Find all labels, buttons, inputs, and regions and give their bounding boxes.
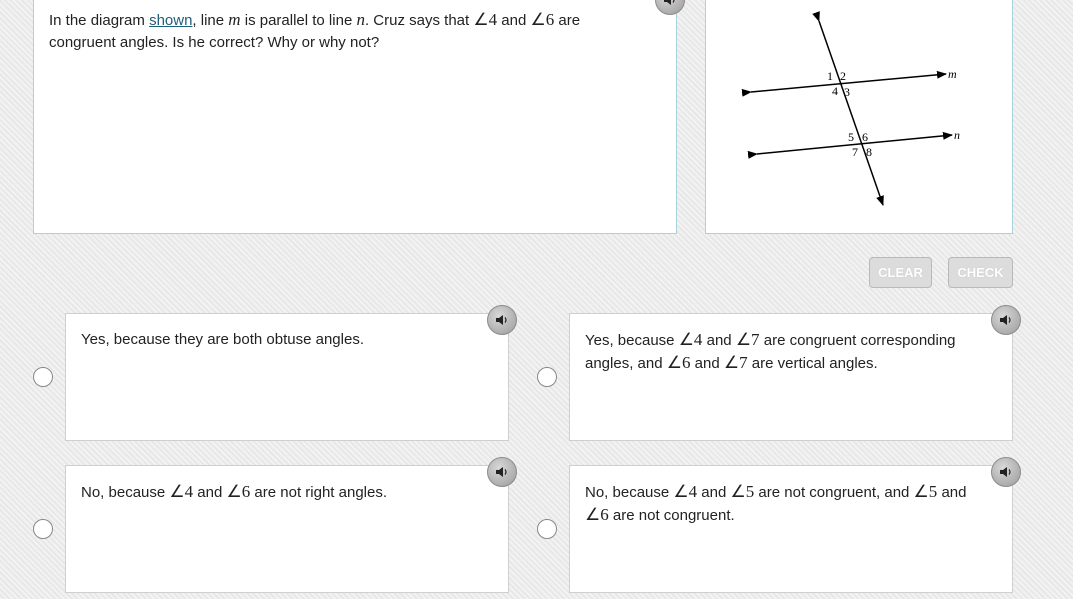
choice-b-radio[interactable] bbox=[537, 367, 557, 387]
choice-c[interactable]: No, because ∠4 and ∠6 are not right angl… bbox=[65, 465, 509, 593]
question-text-part: . Cruz says that bbox=[364, 12, 474, 29]
question-text-part: , line bbox=[192, 12, 229, 29]
choice-text-part: are vertical angles. bbox=[747, 355, 878, 372]
question-text-part: In the diagram bbox=[49, 12, 150, 29]
angle-6-label: 6 bbox=[862, 130, 868, 144]
angle-symbol: ∠6 bbox=[585, 505, 609, 524]
choice-text-part: Yes, because bbox=[585, 332, 679, 349]
check-button[interactable]: CHECK bbox=[948, 257, 1013, 288]
choice-c-audio-button[interactable] bbox=[487, 457, 517, 487]
speaker-icon bbox=[496, 467, 507, 477]
choice-d[interactable]: No, because ∠4 and ∠5 are not congruent,… bbox=[569, 465, 1013, 593]
question-panel: In the diagram shown, line m is parallel… bbox=[33, 0, 677, 234]
choice-c-radio[interactable] bbox=[33, 519, 53, 539]
choice-text-part: are not congruent. bbox=[608, 507, 735, 524]
choice-text-part: are not right angles. bbox=[250, 484, 388, 501]
angle-symbol: ∠5 bbox=[913, 482, 938, 501]
angle-2-label: 2 bbox=[840, 69, 846, 83]
angle-symbol: ∠5 bbox=[730, 482, 755, 501]
speaker-icon bbox=[496, 315, 507, 325]
choice-c-text: No, because ∠4 and ∠6 are not right angl… bbox=[81, 481, 486, 504]
angle-8-label: 8 bbox=[866, 145, 872, 159]
transversal bbox=[812, 11, 884, 206]
clear-button[interactable]: CLEAR bbox=[869, 257, 932, 288]
choice-d-radio[interactable] bbox=[537, 519, 557, 539]
angle-symbol: ∠7 bbox=[735, 330, 760, 349]
line-n-symbol: n bbox=[356, 10, 365, 29]
choice-text-part: No, because bbox=[585, 484, 674, 501]
question-text-part: is parallel to line bbox=[240, 12, 357, 29]
choice-text-part: Yes, because they are both obtuse angles… bbox=[81, 331, 364, 348]
shown-link[interactable]: shown bbox=[149, 12, 192, 29]
angle-1-label: 1 bbox=[827, 69, 833, 83]
choice-b-audio-button[interactable] bbox=[991, 305, 1021, 335]
choice-text-part: and bbox=[697, 484, 731, 501]
angle-symbol: ∠4 bbox=[678, 330, 703, 349]
line-m-label: m bbox=[948, 67, 957, 81]
angle-4-label: 4 bbox=[832, 84, 838, 98]
choice-a-audio-button[interactable] bbox=[487, 305, 517, 335]
choice-text-part: and bbox=[702, 332, 736, 349]
choice-d-audio-button[interactable] bbox=[991, 457, 1021, 487]
angle-3-label: 3 bbox=[844, 85, 850, 99]
question-text-part: and bbox=[497, 12, 531, 29]
angle-symbol: ∠4 bbox=[473, 10, 498, 29]
choice-text-part: No, because bbox=[81, 484, 170, 501]
line-m-symbol: m bbox=[228, 10, 241, 29]
choice-a-text: Yes, because they are both obtuse angles… bbox=[81, 329, 486, 351]
choice-text-part: and bbox=[937, 484, 967, 501]
speaker-icon bbox=[664, 0, 675, 5]
choice-a-radio[interactable] bbox=[33, 367, 53, 387]
angle-symbol: ∠4 bbox=[169, 482, 194, 501]
angle-7-label: 7 bbox=[852, 145, 858, 159]
line-n-label: n bbox=[954, 128, 960, 142]
question-text: In the diagram shown, line m is parallel… bbox=[49, 9, 649, 54]
choice-text-part: and bbox=[690, 355, 724, 372]
diagram-panel: m n 1 2 4 3 5 6 7 8 bbox=[705, 0, 1013, 234]
choice-text-part: are not congruent, and bbox=[754, 484, 914, 501]
choice-b[interactable]: Yes, because ∠4 and ∠7 are congruent cor… bbox=[569, 313, 1013, 441]
angle-symbol: ∠7 bbox=[723, 353, 748, 372]
choice-text-part: and bbox=[193, 484, 227, 501]
angle-symbol: ∠6 bbox=[530, 10, 555, 29]
choice-a[interactable]: Yes, because they are both obtuse angles… bbox=[65, 313, 509, 441]
angle-5-label: 5 bbox=[848, 130, 854, 144]
angle-symbol: ∠6 bbox=[666, 353, 691, 372]
speaker-icon bbox=[1000, 467, 1011, 477]
angle-symbol: ∠6 bbox=[226, 482, 251, 501]
parallel-lines-diagram: m n 1 2 4 3 5 6 7 8 bbox=[741, 11, 960, 206]
choice-d-text: No, because ∠4 and ∠5 are not congruent,… bbox=[585, 481, 990, 527]
speaker-icon bbox=[1000, 315, 1011, 325]
angle-symbol: ∠4 bbox=[673, 482, 698, 501]
choice-b-text: Yes, because ∠4 and ∠7 are congruent cor… bbox=[585, 329, 990, 375]
